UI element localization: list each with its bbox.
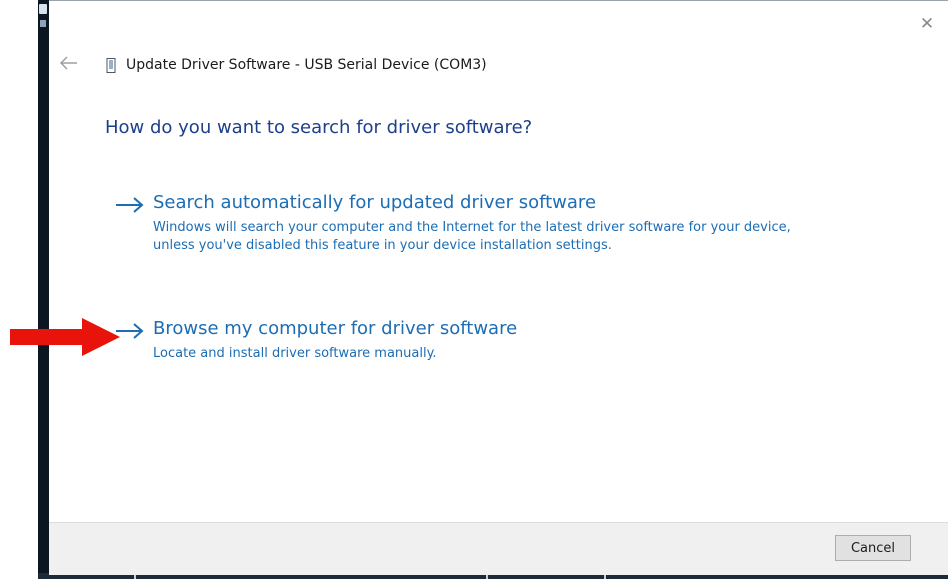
right-arrow-icon	[116, 197, 144, 213]
desktop-icon-small	[40, 20, 46, 27]
desktop-background-strip	[38, 0, 49, 579]
red-pointer-arrow	[10, 318, 120, 356]
window-title: Update Driver Software - USB Serial Devi…	[126, 57, 487, 73]
page-heading: How do you want to search for driver sof…	[105, 117, 533, 138]
option-description: Locate and install driver software manua…	[153, 346, 437, 361]
usb-device-icon	[106, 57, 116, 73]
close-icon: ✕	[919, 14, 935, 34]
desktop-icon	[39, 4, 47, 14]
back-button[interactable]	[58, 55, 80, 71]
back-arrow-icon	[60, 56, 77, 70]
window-title-row: Update Driver Software - USB Serial Devi…	[106, 57, 487, 73]
option-title: Browse my computer for driver software	[153, 318, 518, 339]
option-description: Windows will search your computer and th…	[153, 220, 791, 253]
search-automatically-option[interactable]: Search automatically for updated driver …	[115, 192, 815, 278]
option-title: Search automatically for updated driver …	[153, 192, 597, 213]
cancel-button[interactable]: Cancel	[835, 535, 911, 561]
screenshot-canvas: ✕ Update Driver Software - USB Serial De…	[0, 0, 948, 579]
update-driver-dialog: ✕ Update Driver Software - USB Serial De…	[49, 0, 948, 575]
browse-computer-option[interactable]: Browse my computer for driver software L…	[115, 318, 815, 368]
dialog-footer: Cancel	[49, 522, 948, 575]
close-button[interactable]: ✕	[918, 15, 936, 33]
